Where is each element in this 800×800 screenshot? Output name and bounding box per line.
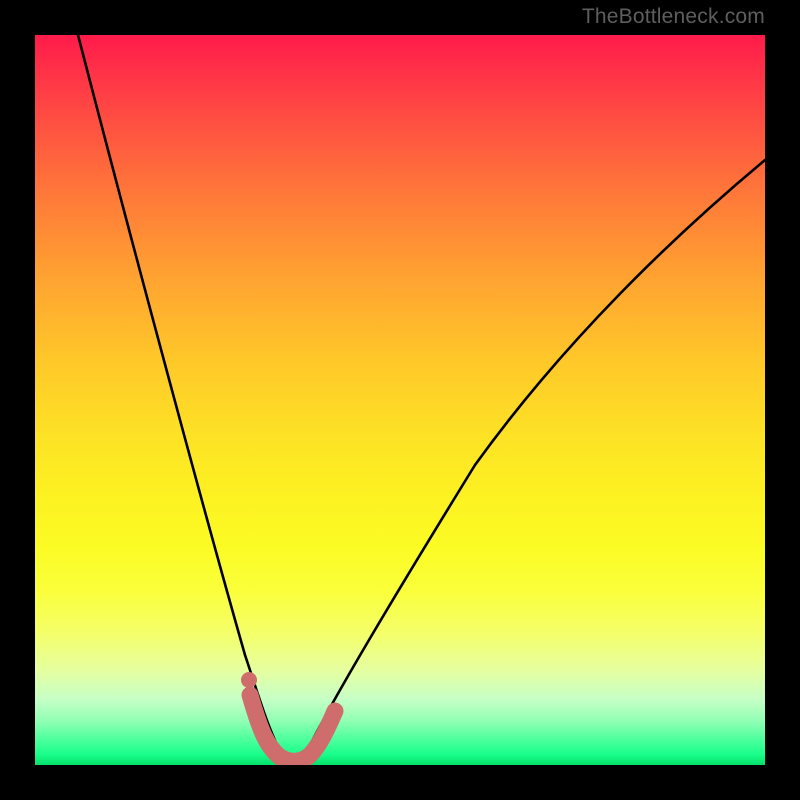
plot-area bbox=[35, 35, 765, 765]
watermark-text: TheBottleneck.com bbox=[582, 5, 765, 29]
chart-frame: TheBottleneck.com bbox=[0, 0, 800, 800]
curve-layer bbox=[35, 35, 765, 765]
optimal-band-dot bbox=[241, 672, 257, 688]
bottleneck-curve bbox=[78, 35, 765, 759]
